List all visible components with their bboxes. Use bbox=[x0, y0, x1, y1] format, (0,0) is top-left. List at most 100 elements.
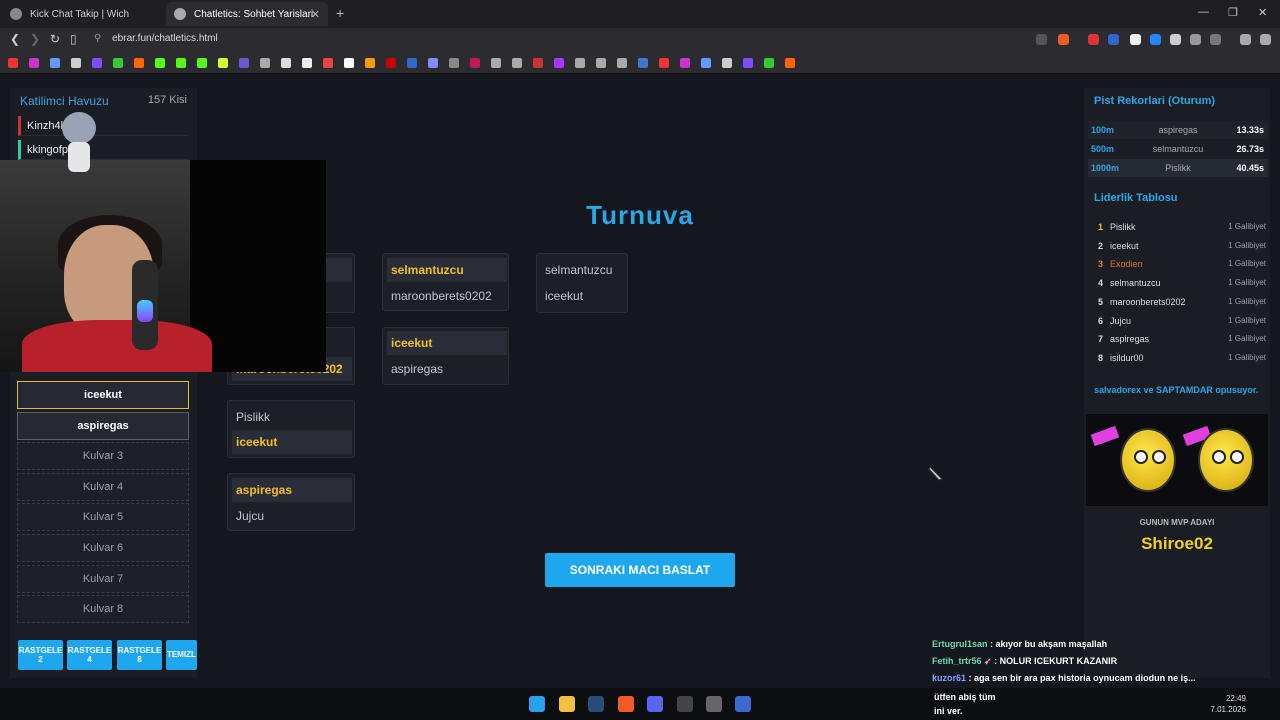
reload-icon[interactable]: ↻ bbox=[50, 32, 60, 46]
match-slot: Pislikk bbox=[236, 410, 271, 424]
app-icon[interactable] bbox=[735, 696, 751, 712]
discord-icon[interactable] bbox=[647, 696, 663, 712]
bookmark-favicon-icon[interactable] bbox=[29, 58, 39, 68]
lane-5[interactable]: Kulvar 5 bbox=[17, 503, 189, 531]
file-explorer-icon[interactable] bbox=[559, 696, 575, 712]
tab-chatletics[interactable]: Chatletics: Sohbet Yarislari ✕ bbox=[166, 2, 328, 26]
bookmark-favicon-icon[interactable] bbox=[743, 58, 753, 68]
close-window-icon[interactable]: ✕ bbox=[1258, 6, 1267, 19]
bookmark-favicon-icon[interactable] bbox=[134, 58, 144, 68]
sidebar-icon[interactable] bbox=[1210, 34, 1221, 45]
lane-8[interactable]: Kulvar 8 bbox=[17, 595, 189, 623]
lane-3[interactable]: Kulvar 3 bbox=[17, 442, 189, 470]
mascot-figure bbox=[62, 112, 98, 184]
bookmark-favicon-icon[interactable] bbox=[554, 58, 564, 68]
win-count: 1 Galibiyet bbox=[1228, 259, 1266, 269]
bookmark-favicon-icon[interactable] bbox=[386, 58, 396, 68]
bookmark-favicon-icon[interactable] bbox=[428, 58, 438, 68]
bookmark-favicon-icon[interactable] bbox=[575, 58, 585, 68]
bookmark-favicon-icon[interactable] bbox=[596, 58, 606, 68]
minimize-icon[interactable]: — bbox=[1198, 6, 1209, 18]
new-tab-icon[interactable]: + bbox=[336, 5, 344, 21]
bookmark-favicon-icon[interactable] bbox=[323, 58, 333, 68]
bookmark-favicon-icon[interactable] bbox=[113, 58, 123, 68]
url-field[interactable]: ⚲ ebrar.fun/chatletics.html bbox=[94, 33, 218, 44]
win-count: 1 Galibiyet bbox=[1228, 240, 1266, 250]
leaderboard-name: isildur00 bbox=[1110, 352, 1144, 363]
lane-6[interactable]: Kulvar 6 bbox=[17, 534, 189, 562]
app-icon[interactable] bbox=[677, 696, 693, 712]
rank: 2 bbox=[1098, 240, 1104, 251]
leaderboard-row: 3 Exodien 1 Galibiyet bbox=[1096, 255, 1266, 273]
participant-item[interactable]: kkingofpl bbox=[18, 140, 188, 160]
lane-4[interactable]: Kulvar 4 bbox=[17, 473, 189, 501]
random-2-button[interactable]: RASTGELE 2 bbox=[18, 640, 63, 670]
back-icon[interactable]: ❮ bbox=[10, 32, 20, 46]
bookmark-favicon-icon[interactable] bbox=[407, 58, 417, 68]
lane-7[interactable]: Kulvar 7 bbox=[17, 565, 189, 593]
clear-button[interactable]: TEMIZL bbox=[166, 640, 197, 670]
menu-icon[interactable] bbox=[1260, 34, 1271, 45]
obs-icon[interactable] bbox=[706, 696, 722, 712]
brave-icon[interactable] bbox=[618, 696, 634, 712]
bookmark-favicon-icon[interactable] bbox=[764, 58, 774, 68]
share-icon[interactable] bbox=[1036, 34, 1047, 45]
steam-icon[interactable] bbox=[588, 696, 604, 712]
bookmark-favicon-icon[interactable] bbox=[638, 58, 648, 68]
extension-icon[interactable] bbox=[1170, 34, 1181, 45]
start-icon[interactable] bbox=[529, 696, 545, 712]
cursor-icon bbox=[928, 466, 943, 481]
bookmark-favicon-icon[interactable] bbox=[722, 58, 732, 68]
bookmark-favicon-icon[interactable] bbox=[365, 58, 375, 68]
brave-shield-icon[interactable] bbox=[1058, 34, 1069, 45]
leaderboard-name: maroonberets0202 bbox=[1110, 296, 1186, 307]
eye bbox=[1134, 450, 1148, 464]
lane-2[interactable]: aspiregas bbox=[17, 412, 189, 440]
start-next-match-button[interactable]: SONRAKI MACI BASLAT bbox=[545, 553, 735, 587]
bookmark-favicon-icon[interactable] bbox=[239, 58, 249, 68]
random-8-button[interactable]: RASTGELE 8 bbox=[117, 640, 162, 670]
clock[interactable]: 22:49 7.01.2026 bbox=[1210, 693, 1246, 715]
lane-1[interactable]: iceekut bbox=[17, 381, 189, 409]
bookmark-favicon-icon[interactable] bbox=[344, 58, 354, 68]
extension-icon[interactable] bbox=[1088, 34, 1099, 45]
bookmark-favicon-icon[interactable] bbox=[701, 58, 711, 68]
bookmark-icon[interactable]: ▯ bbox=[70, 32, 77, 46]
bookmark-favicon-icon[interactable] bbox=[617, 58, 627, 68]
forward-icon[interactable]: ❯ bbox=[30, 32, 40, 46]
extension-icon[interactable] bbox=[1130, 34, 1141, 45]
bookmark-favicon-icon[interactable] bbox=[680, 58, 690, 68]
participant-item[interactable]: Kinzh4l bbox=[18, 116, 188, 136]
bookmark-favicon-icon[interactable] bbox=[176, 58, 186, 68]
match-r2-1: selmantuzcu maroonberets0202 bbox=[382, 253, 509, 311]
bookmark-favicon-icon[interactable] bbox=[260, 58, 270, 68]
close-tab-icon[interactable]: ✕ bbox=[311, 8, 320, 21]
bookmark-favicon-icon[interactable] bbox=[8, 58, 18, 68]
extension-icon[interactable] bbox=[1150, 34, 1161, 45]
bookmark-favicon-icon[interactable] bbox=[785, 58, 795, 68]
bookmark-favicon-icon[interactable] bbox=[155, 58, 165, 68]
bookmark-favicon-icon[interactable] bbox=[659, 58, 669, 68]
extension-icon[interactable] bbox=[1108, 34, 1119, 45]
bookmark-favicon-icon[interactable] bbox=[533, 58, 543, 68]
media-icon[interactable] bbox=[1240, 34, 1251, 45]
bookmark-favicon-icon[interactable] bbox=[512, 58, 522, 68]
bookmark-favicon-icon[interactable] bbox=[470, 58, 480, 68]
bookmark-favicon-icon[interactable] bbox=[92, 58, 102, 68]
random-4-button[interactable]: RASTGELE 4 bbox=[67, 640, 112, 670]
bookmark-favicon-icon[interactable] bbox=[491, 58, 501, 68]
right-panel: Pist Rekorlari (Oturum) 100m aspiregas 1… bbox=[1084, 88, 1270, 678]
bookmark-favicon-icon[interactable] bbox=[197, 58, 207, 68]
bookmark-favicon-icon[interactable] bbox=[71, 58, 81, 68]
tab-kick-chat[interactable]: Kick Chat Takip | Wich bbox=[2, 2, 166, 26]
bookmark-favicon-icon[interactable] bbox=[50, 58, 60, 68]
kiss-announcement: salvadorex ve SAPTAMDAR opusuyor. bbox=[1094, 385, 1259, 395]
leaderboard-row: 8 isildur00 1 Galibiyet bbox=[1096, 349, 1266, 367]
bookmark-favicon-icon[interactable] bbox=[281, 58, 291, 68]
bookmark-favicon-icon[interactable] bbox=[449, 58, 459, 68]
bookmark-favicon-icon[interactable] bbox=[302, 58, 312, 68]
maximize-icon[interactable]: ❐ bbox=[1228, 6, 1238, 19]
bookmark-favicon-icon[interactable] bbox=[218, 58, 228, 68]
extensions-menu-icon[interactable] bbox=[1190, 34, 1201, 45]
site-info-icon[interactable]: ⚲ bbox=[94, 33, 101, 44]
